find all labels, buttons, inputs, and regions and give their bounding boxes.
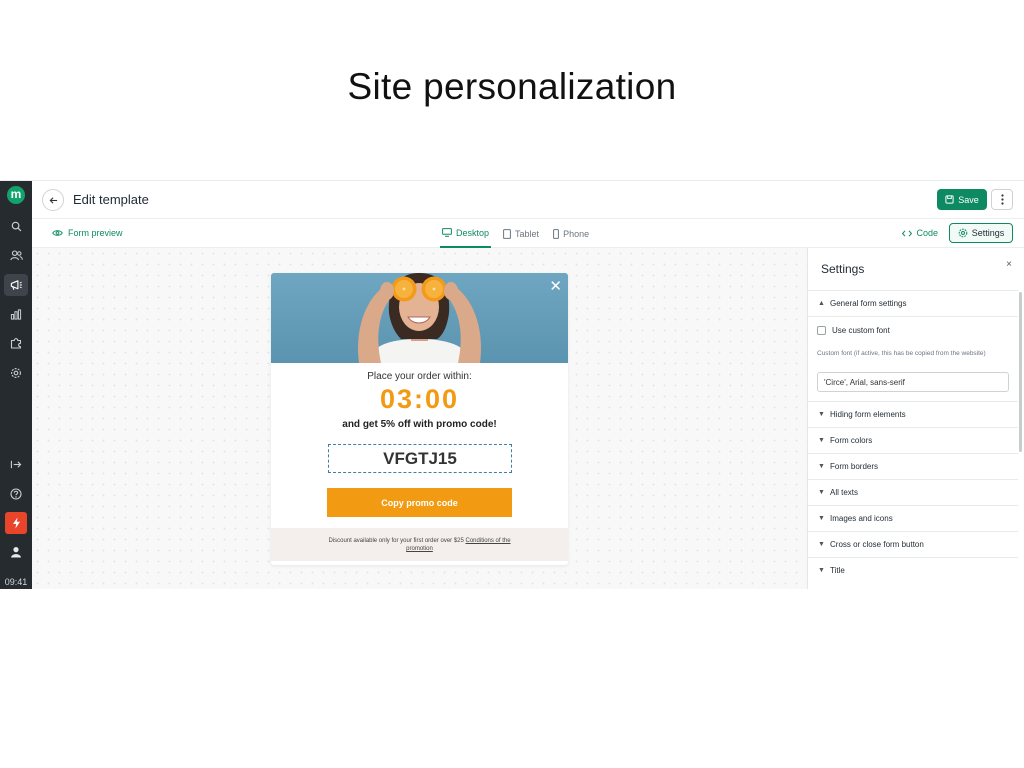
chevron-down-icon: ▼ (818, 411, 825, 418)
section-form-colors[interactable]: ▼ Form colors (808, 427, 1018, 453)
settings-scrollbar[interactable] (1019, 292, 1022, 452)
integrations-icon[interactable] (6, 333, 26, 353)
chevron-down-icon: ▼ (818, 567, 825, 574)
section-label: Form colors (830, 436, 873, 445)
editor-toolbar: Form preview Desktop Tablet Phone Code S… (32, 219, 1024, 248)
editor-canvas[interactable]: ✕ Place your order within: 03:00 and get… (32, 248, 807, 589)
countdown-timer: 03:00 (379, 384, 460, 414)
section-title[interactable]: ▼ Title (808, 557, 1018, 583)
settings-close-icon[interactable]: × (1006, 259, 1012, 270)
section-label: Images and icons (830, 514, 893, 523)
chevron-down-icon: ▼ (818, 463, 825, 470)
popup-footer: Discount available only for your first o… (271, 528, 568, 561)
tab-tablet[interactable]: Tablet (501, 219, 541, 248)
use-custom-font-label: Use custom font (832, 326, 890, 335)
slide-title: Site personalization (347, 66, 677, 107)
section-label: General form settings (830, 299, 907, 308)
tablet-icon (503, 228, 511, 239)
section-form-borders[interactable]: ▼ Form borders (808, 453, 1018, 479)
tab-phone[interactable]: Phone (551, 219, 591, 248)
chevron-down-icon: ▼ (818, 489, 825, 496)
code-label: Code (916, 228, 938, 238)
settings-gear-icon[interactable] (6, 363, 26, 383)
section-all-texts[interactable]: ▼ All texts (808, 479, 1018, 505)
contacts-icon[interactable] (6, 245, 26, 265)
settings-button[interactable]: Settings (949, 223, 1013, 243)
eye-icon (52, 230, 63, 236)
save-button[interactable]: Save (937, 189, 987, 210)
section-general-form-settings[interactable]: ▲ General form settings (808, 290, 1018, 316)
device-tabs: Desktop Tablet Phone (440, 219, 591, 248)
clock-time: 09:41 (4, 577, 28, 587)
section-label: Form borders (830, 462, 879, 471)
app-window: m 09:41 Edit template Save Form preview … (0, 180, 1024, 589)
custom-font-label: Custom font (if active, this has be copi… (817, 350, 986, 357)
promo-popup[interactable]: ✕ Place your order within: 03:00 and get… (271, 273, 568, 565)
copy-promo-code-button[interactable]: Copy promo code (327, 488, 512, 517)
section-images-and-icons[interactable]: ▼ Images and icons (808, 505, 1018, 531)
use-custom-font-row[interactable]: Use custom font (817, 326, 890, 335)
chevron-down-icon: ▼ (818, 515, 825, 522)
more-vertical-icon (1000, 194, 1004, 205)
settings-panel-title: Settings (821, 262, 865, 276)
custom-font-input[interactable]: 'Circe', Arial, sans-serif (817, 372, 1009, 392)
user-avatar-icon[interactable] (6, 542, 26, 562)
arrow-left-icon (49, 196, 57, 204)
save-icon (945, 195, 954, 204)
nav-rail: m 09:41 (0, 181, 32, 589)
promo-code-box[interactable]: VFGTJ15 (328, 444, 512, 473)
settings-label: Settings (971, 228, 1005, 238)
save-label: Save (958, 194, 979, 205)
tab-tablet-label: Tablet (515, 228, 540, 239)
hero-image: ✕ (271, 273, 568, 363)
help-icon[interactable] (6, 484, 26, 504)
section-hiding-form-elements[interactable]: ▼ Hiding form elements (808, 401, 1018, 427)
popup-close-icon[interactable]: ✕ (549, 277, 562, 295)
campaigns-icon[interactable] (4, 274, 28, 296)
use-custom-font-checkbox[interactable] (817, 326, 826, 335)
app-logo[interactable]: m (7, 186, 25, 204)
form-preview-label: Form preview (68, 228, 123, 238)
lightning-icon[interactable] (5, 512, 27, 534)
section-close-button[interactable]: ▼ Cross or close form button (808, 531, 1018, 557)
back-button[interactable] (42, 189, 64, 211)
woman-with-oranges-image (358, 273, 481, 363)
tab-phone-label: Phone (563, 228, 590, 239)
chevron-down-icon: ▼ (818, 541, 825, 548)
section-label: Title (830, 566, 845, 575)
chevron-up-icon: ▲ (818, 300, 825, 307)
footer-text: Discount available only for your first o… (328, 538, 464, 544)
section-label: All texts (830, 488, 859, 497)
desktop-icon (442, 228, 452, 237)
form-preview-link[interactable]: Form preview (52, 228, 123, 238)
settings-panel: Settings × ▲ General form settings Use c… (807, 248, 1024, 589)
section-label: Cross or close form button (830, 540, 924, 549)
code-icon (902, 229, 913, 237)
section-label: Hiding form elements (830, 410, 906, 419)
offer-text: and get 5% off with promo code! (342, 419, 497, 430)
editor-header: Edit template Save (32, 181, 1024, 219)
more-options-button[interactable] (991, 189, 1013, 210)
phone-icon (553, 228, 559, 239)
page-title: Edit template (73, 192, 149, 207)
search-icon[interactable] (6, 216, 26, 236)
tab-desktop-label: Desktop (456, 227, 490, 238)
code-button[interactable]: Code (902, 228, 938, 238)
order-text: Place your order within: (367, 371, 472, 382)
analytics-icon[interactable] (6, 304, 26, 324)
chevron-down-icon: ▼ (818, 437, 825, 444)
logout-icon[interactable] (6, 454, 26, 474)
tab-desktop[interactable]: Desktop (440, 219, 492, 248)
general-settings-body: Use custom font Custom font (if active, … (808, 316, 1018, 401)
gear-icon (958, 228, 968, 238)
